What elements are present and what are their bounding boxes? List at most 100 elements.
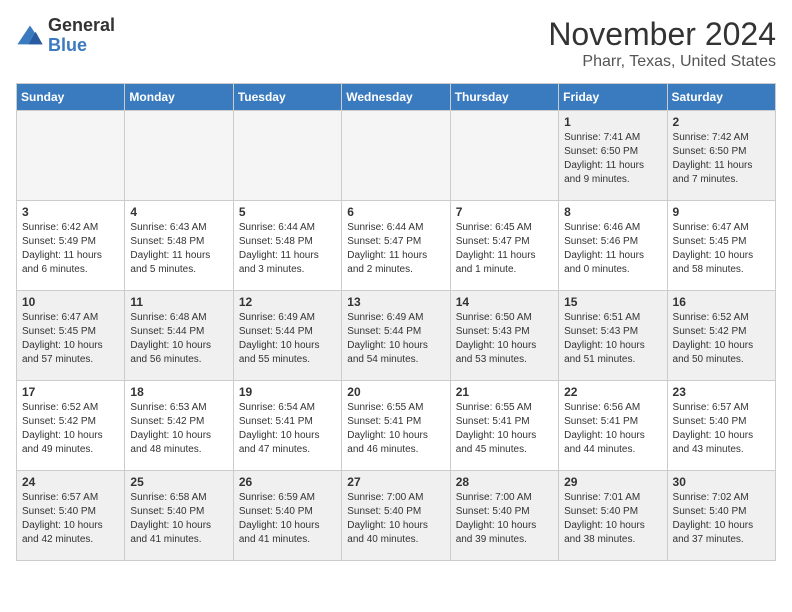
logo-blue: Blue <box>48 35 87 55</box>
calendar-header-friday: Friday <box>559 84 667 111</box>
day-info: Sunrise: 6:52 AMSunset: 5:42 PMDaylight:… <box>22 401 119 457</box>
day-info: Sunrise: 6:47 AMSunset: 5:45 PMDaylight:… <box>673 221 770 277</box>
calendar-week-row: 3 Sunrise: 6:42 AMSunset: 5:49 PMDaylight… <box>17 201 776 291</box>
day-info: Sunrise: 7:42 AMSunset: 6:50 PMDaylight:… <box>673 131 770 187</box>
day-info: Sunrise: 6:42 AMSunset: 5:49 PMDaylight:… <box>22 221 119 277</box>
calendar-cell: 23Sunrise: 6:57 AMSunset: 5:40 PMDayligh… <box>667 381 775 471</box>
calendar-cell <box>342 111 450 201</box>
calendar-cell <box>233 111 341 201</box>
day-number: 27 <box>347 475 444 489</box>
calendar-cell <box>17 111 125 201</box>
calendar-week-row: 17 Sunrise: 6:52 AMSunset: 5:42 PMDayligh… <box>17 381 776 471</box>
day-number: 5 <box>239 205 336 219</box>
day-info: Sunrise: 6:57 AMSunset: 5:40 PMDaylight:… <box>22 491 119 547</box>
day-number: 3 <box>22 205 119 219</box>
day-number: 9 <box>673 205 770 219</box>
calendar-cell: 17 Sunrise: 6:52 AMSunset: 5:42 PMDayligh… <box>17 381 125 471</box>
day-number: 13 <box>347 295 444 309</box>
calendar-cell: 4 Sunrise: 6:43 AMSunset: 5:48 PMDaylight… <box>125 201 233 291</box>
calendar-header-saturday: Saturday <box>667 84 775 111</box>
calendar-cell: 9 Sunrise: 6:47 AMSunset: 5:45 PMDaylight… <box>667 201 775 291</box>
calendar-table: SundayMondayTuesdayWednesdayThursdayFrid… <box>16 83 776 561</box>
calendar-cell: 1 Sunrise: 7:41 AMSunset: 6:50 PMDaylight… <box>559 111 667 201</box>
calendar-cell: 19 Sunrise: 6:54 AMSunset: 5:41 PMDayligh… <box>233 381 341 471</box>
day-info: Sunrise: 6:51 AMSunset: 5:43 PMDaylight:… <box>564 311 661 367</box>
calendar-header-monday: Monday <box>125 84 233 111</box>
day-info: Sunrise: 6:46 AMSunset: 5:46 PMDaylight:… <box>564 221 661 277</box>
day-number: 18 <box>130 385 227 399</box>
calendar-cell: 20Sunrise: 6:55 AMSunset: 5:41 PMDayligh… <box>342 381 450 471</box>
day-info: Sunrise: 6:54 AMSunset: 5:41 PMDaylight:… <box>239 401 336 457</box>
calendar-cell: 29Sunrise: 7:01 AMSunset: 5:40 PMDayligh… <box>559 471 667 561</box>
day-info: Sunrise: 6:45 AMSunset: 5:47 PMDaylight:… <box>456 221 553 277</box>
day-number: 12 <box>239 295 336 309</box>
calendar-cell: 10 Sunrise: 6:47 AMSunset: 5:45 PMDayligh… <box>17 291 125 381</box>
day-info: Sunrise: 6:43 AMSunset: 5:48 PMDaylight:… <box>130 221 227 277</box>
day-number: 4 <box>130 205 227 219</box>
day-info: Sunrise: 6:57 AMSunset: 5:40 PMDaylight:… <box>673 401 770 457</box>
logo-icon <box>16 22 44 50</box>
calendar-header-wednesday: Wednesday <box>342 84 450 111</box>
day-info: Sunrise: 6:47 AMSunset: 5:45 PMDaylight:… <box>22 311 119 367</box>
calendar-cell: 13Sunrise: 6:49 AMSunset: 5:44 PMDayligh… <box>342 291 450 381</box>
day-number: 8 <box>564 205 661 219</box>
day-info: Sunrise: 6:49 AMSunset: 5:44 PMDaylight:… <box>239 311 336 367</box>
day-number: 14 <box>456 295 553 309</box>
calendar-cell <box>125 111 233 201</box>
day-number: 29 <box>564 475 661 489</box>
logo: General Blue <box>16 16 115 56</box>
day-info: Sunrise: 6:53 AMSunset: 5:42 PMDaylight:… <box>130 401 227 457</box>
day-info: Sunrise: 7:41 AMSunset: 6:50 PMDaylight:… <box>564 131 661 187</box>
day-number: 24 <box>22 475 119 489</box>
calendar-header-row: SundayMondayTuesdayWednesdayThursdayFrid… <box>17 84 776 111</box>
calendar-cell: 30Sunrise: 7:02 AMSunset: 5:40 PMDayligh… <box>667 471 775 561</box>
calendar-cell: 8 Sunrise: 6:46 AMSunset: 5:46 PMDaylight… <box>559 201 667 291</box>
calendar-cell: 2 Sunrise: 7:42 AMSunset: 6:50 PMDaylight… <box>667 111 775 201</box>
logo-general: General <box>48 15 115 35</box>
calendar-cell: 3 Sunrise: 6:42 AMSunset: 5:49 PMDaylight… <box>17 201 125 291</box>
day-number: 11 <box>130 295 227 309</box>
day-number: 10 <box>22 295 119 309</box>
title-area: November 2024 Pharr, Texas, United State… <box>548 16 776 71</box>
day-number: 28 <box>456 475 553 489</box>
day-number: 20 <box>347 385 444 399</box>
calendar-cell: 18 Sunrise: 6:53 AMSunset: 5:42 PMDayligh… <box>125 381 233 471</box>
day-number: 2 <box>673 115 770 129</box>
calendar-cell: 14 Sunrise: 6:50 AMSunset: 5:43 PMDayligh… <box>450 291 558 381</box>
day-number: 1 <box>564 115 661 129</box>
calendar-cell <box>450 111 558 201</box>
calendar-cell: 24 Sunrise: 6:57 AMSunset: 5:40 PMDayligh… <box>17 471 125 561</box>
day-number: 16 <box>673 295 770 309</box>
calendar-header-thursday: Thursday <box>450 84 558 111</box>
day-info: Sunrise: 6:52 AMSunset: 5:42 PMDaylight:… <box>673 311 770 367</box>
calendar-cell: 6Sunrise: 6:44 AMSunset: 5:47 PMDaylight… <box>342 201 450 291</box>
day-number: 19 <box>239 385 336 399</box>
calendar-cell: 5Sunrise: 6:44 AMSunset: 5:48 PMDaylight… <box>233 201 341 291</box>
calendar-cell: 16 Sunrise: 6:52 AMSunset: 5:42 PMDayligh… <box>667 291 775 381</box>
calendar-cell: 27 Sunrise: 7:00 AMSunset: 5:40 PMDayligh… <box>342 471 450 561</box>
calendar-week-row: 24 Sunrise: 6:57 AMSunset: 5:40 PMDayligh… <box>17 471 776 561</box>
calendar-cell: 12 Sunrise: 6:49 AMSunset: 5:44 PMDayligh… <box>233 291 341 381</box>
day-number: 17 <box>22 385 119 399</box>
day-number: 7 <box>456 205 553 219</box>
day-number: 26 <box>239 475 336 489</box>
location: Pharr, Texas, United States <box>548 53 776 71</box>
day-info: Sunrise: 7:00 AMSunset: 5:40 PMDaylight:… <box>347 491 444 547</box>
calendar-header-tuesday: Tuesday <box>233 84 341 111</box>
day-info: Sunrise: 6:50 AMSunset: 5:43 PMDaylight:… <box>456 311 553 367</box>
day-info: Sunrise: 6:48 AMSunset: 5:44 PMDaylight:… <box>130 311 227 367</box>
calendar-cell: 25Sunrise: 6:58 AMSunset: 5:40 PMDayligh… <box>125 471 233 561</box>
calendar-cell: 28Sunrise: 7:00 AMSunset: 5:40 PMDayligh… <box>450 471 558 561</box>
calendar-header-sunday: Sunday <box>17 84 125 111</box>
day-info: Sunrise: 6:55 AMSunset: 5:41 PMDaylight:… <box>456 401 553 457</box>
calendar-cell: 15Sunrise: 6:51 AMSunset: 5:43 PMDayligh… <box>559 291 667 381</box>
day-info: Sunrise: 6:59 AMSunset: 5:40 PMDaylight:… <box>239 491 336 547</box>
calendar-cell: 7 Sunrise: 6:45 AMSunset: 5:47 PMDaylight… <box>450 201 558 291</box>
calendar-cell: 22Sunrise: 6:56 AMSunset: 5:41 PMDayligh… <box>559 381 667 471</box>
day-info: Sunrise: 6:56 AMSunset: 5:41 PMDaylight:… <box>564 401 661 457</box>
day-info: Sunrise: 6:44 AMSunset: 5:47 PMDaylight:… <box>347 221 444 277</box>
day-number: 21 <box>456 385 553 399</box>
calendar-cell: 26 Sunrise: 6:59 AMSunset: 5:40 PMDayligh… <box>233 471 341 561</box>
header: General Blue November 2024 Pharr, Texas,… <box>16 16 776 71</box>
calendar-week-row: 1 Sunrise: 7:41 AMSunset: 6:50 PMDaylight… <box>17 111 776 201</box>
